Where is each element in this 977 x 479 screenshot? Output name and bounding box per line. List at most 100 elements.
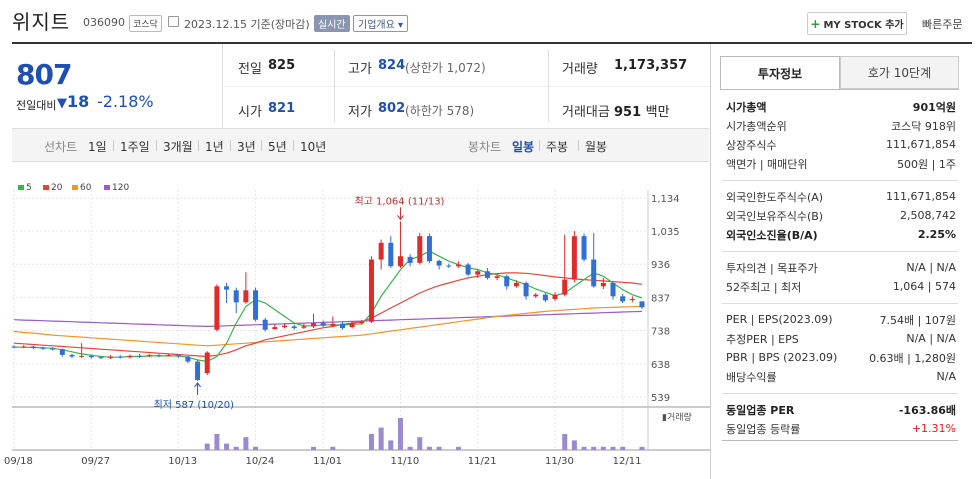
option-separator bbox=[539, 140, 540, 151]
candle-body bbox=[79, 355, 85, 357]
amount-unit: 백만 bbox=[645, 105, 670, 120]
period-option-2[interactable]: 1주일 bbox=[120, 138, 150, 155]
volume-bar bbox=[388, 440, 394, 450]
panel-divider bbox=[710, 44, 711, 479]
candle-body bbox=[301, 326, 307, 328]
volume-label: ▮거래량 bbox=[662, 411, 692, 423]
mystock-label: MY STOCK 추가 bbox=[823, 20, 904, 31]
price-chart[interactable]: 1,134 1,035 936 837 738 638 539 09/18 09/27 10/13… bbox=[0, 190, 712, 479]
candle-body bbox=[69, 354, 75, 357]
invest-row-label: 외국인한도주식수(A) bbox=[726, 190, 824, 204]
x-tick-label: 11/21 bbox=[468, 456, 497, 467]
down-triangle-icon: ▼ bbox=[57, 96, 67, 111]
period-option-4[interactable]: 1년 bbox=[205, 138, 224, 155]
candle-body bbox=[504, 276, 510, 287]
realtime-button[interactable]: 실시간 bbox=[314, 15, 350, 32]
invest-row-value: 0.63배 | 1,280원 bbox=[869, 351, 956, 365]
candle-body bbox=[282, 325, 288, 328]
prev-close-value: 825 bbox=[268, 58, 296, 73]
tab-underline bbox=[720, 89, 959, 90]
candle-body bbox=[253, 290, 259, 320]
quick-order-link[interactable]: 빠른주문 bbox=[922, 16, 962, 32]
candle-body bbox=[339, 323, 345, 329]
x-tick-label: 09/27 bbox=[81, 456, 110, 467]
chevron-down-icon: ▾ bbox=[398, 20, 404, 31]
invest-row-value: 500원 | 1주 bbox=[897, 157, 956, 171]
candle-body bbox=[214, 286, 220, 330]
candle-body bbox=[349, 323, 355, 328]
invest-row-value: 1,064 | 574 bbox=[892, 280, 956, 293]
invest-row-label: 시가총액순위 bbox=[726, 119, 787, 133]
quote-col-divider bbox=[548, 50, 549, 122]
stock-name: 위지트 bbox=[12, 10, 71, 34]
invest-section-divider bbox=[722, 180, 958, 181]
candle-body bbox=[59, 349, 65, 355]
option-separator bbox=[113, 140, 114, 151]
candle-body bbox=[233, 290, 239, 303]
invest-row-label: PBR | BPS (2023.09) bbox=[726, 351, 838, 364]
candle-body bbox=[262, 319, 268, 330]
tab-orderbook[interactable]: 호가 10단계 bbox=[840, 56, 959, 89]
period-option-5[interactable]: 3년 bbox=[237, 138, 256, 155]
candle-body bbox=[562, 279, 568, 295]
candle-body bbox=[359, 321, 365, 324]
high-value: 824 bbox=[378, 58, 406, 73]
candle-option-1[interactable]: 일봉 bbox=[512, 138, 534, 155]
volume-bar bbox=[397, 418, 403, 450]
invest-row-label: 시가총액 bbox=[726, 100, 767, 114]
candle-body bbox=[137, 355, 143, 357]
invest-row-value: 111,671,854 bbox=[886, 138, 956, 151]
mystock-add-button[interactable]: + MY STOCK 추가 bbox=[807, 12, 907, 35]
y-tick-label: 1,134 bbox=[651, 194, 680, 205]
candle-body bbox=[166, 355, 172, 357]
volume-bar bbox=[436, 446, 442, 450]
candle-body bbox=[407, 256, 413, 263]
candle-body bbox=[426, 236, 432, 262]
volume-bar bbox=[378, 427, 384, 450]
volume-bar bbox=[571, 440, 577, 450]
invest-row: 동일업종 PER -163.86배 bbox=[726, 400, 956, 419]
candle-body bbox=[21, 346, 27, 348]
volume-bar bbox=[204, 443, 210, 450]
candle-body bbox=[311, 323, 317, 327]
volume-bar bbox=[639, 446, 645, 450]
invest-section-divider bbox=[722, 303, 958, 304]
invest-row: 액면가 | 매매단위 500원 | 1주 bbox=[726, 154, 956, 173]
candle-body bbox=[639, 301, 645, 308]
volume-bar bbox=[620, 446, 626, 450]
line-chart-label: 선차트 bbox=[44, 140, 78, 154]
period-option-7[interactable]: 10년 bbox=[300, 138, 326, 155]
y-tick-label: 539 bbox=[651, 393, 670, 404]
candle-body bbox=[475, 271, 481, 275]
invest-row: 동일업종 등락률 +1.31% bbox=[726, 419, 956, 438]
invest-row: PBR | BPS (2023.09) 0.63배 | 1,280원 bbox=[726, 348, 956, 367]
candle-body bbox=[11, 346, 17, 348]
volume-bar bbox=[455, 446, 461, 450]
chart-bg bbox=[12, 190, 710, 479]
invest-row-label: 배당수익률 bbox=[726, 370, 777, 384]
candle-body bbox=[600, 282, 606, 287]
tab-invest-info[interactable]: 투자정보 bbox=[720, 56, 840, 89]
candle-body bbox=[455, 264, 461, 267]
candle-body bbox=[320, 323, 326, 326]
change-amount: 18 bbox=[67, 92, 90, 111]
period-option-1[interactable]: 1일 bbox=[88, 138, 107, 155]
volume-bar bbox=[581, 446, 587, 450]
period-option-3[interactable]: 3개월 bbox=[163, 138, 193, 155]
period-option-6[interactable]: 5년 bbox=[268, 138, 287, 155]
invest-row: 시가총액 901억원 bbox=[726, 97, 956, 116]
x-tick-label: 10/13 bbox=[168, 456, 197, 467]
volume-bar bbox=[368, 434, 374, 450]
volume-label: 거래량 bbox=[562, 62, 598, 77]
candle-option-3[interactable]: 월봉 bbox=[585, 138, 607, 155]
volume-bar bbox=[243, 437, 249, 450]
candle-body bbox=[388, 242, 394, 267]
invest-row-value: N/A | N/A bbox=[906, 332, 956, 345]
open-label: 시가 bbox=[238, 105, 262, 120]
volume-bar bbox=[600, 446, 606, 450]
volume-bar bbox=[417, 437, 423, 450]
x-tick-label: 09/18 bbox=[4, 456, 33, 467]
candle-option-2[interactable]: 주봉 bbox=[546, 138, 568, 155]
candle-body bbox=[533, 294, 539, 297]
corp-info-dropdown[interactable]: 기업개요 ▾ bbox=[353, 15, 409, 32]
